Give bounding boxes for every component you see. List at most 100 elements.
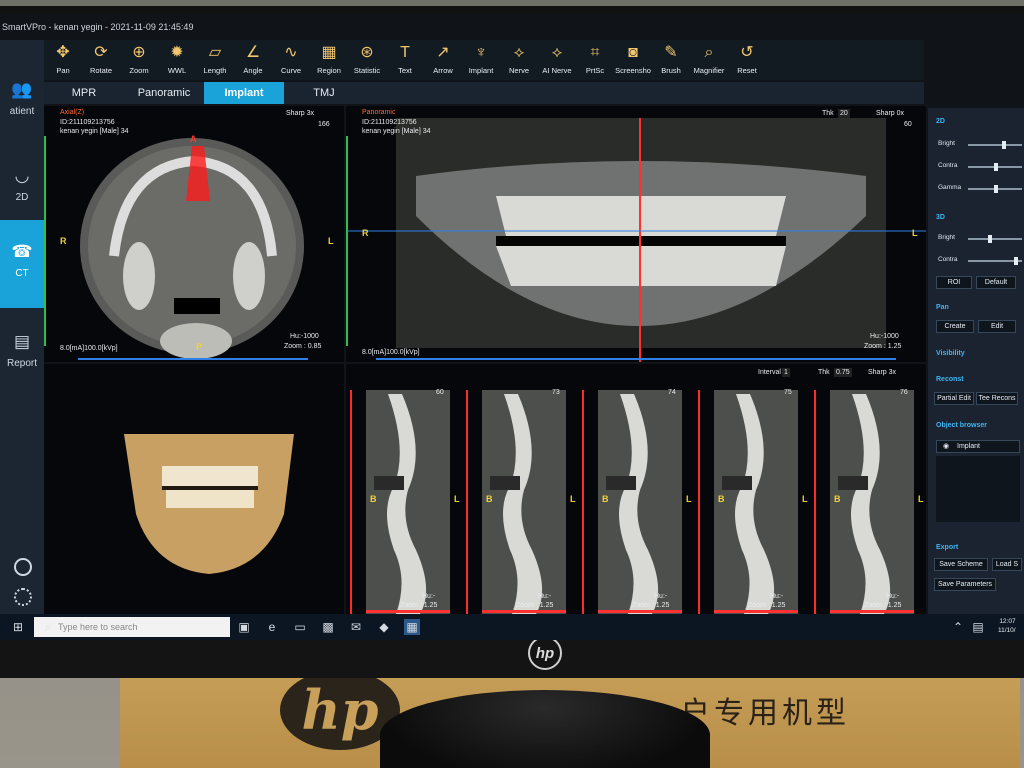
axial-slice-slider[interactable] xyxy=(44,136,46,346)
cross-label-l: L xyxy=(454,494,460,504)
section-pan: Pan xyxy=(936,304,949,311)
save-parameters-button[interactable]: Save Parameters xyxy=(934,578,996,591)
ai-nerve-icon: ⟡ xyxy=(551,44,563,61)
default-button[interactable]: Default xyxy=(976,276,1016,289)
panoramic-label-l: L xyxy=(912,228,918,238)
cross-slice[interactable]: 75 Hu:- Zoom : 1.25 B L xyxy=(698,389,808,614)
bright-3d-slider[interactable] xyxy=(968,235,1022,243)
window-title: SmartVPro - kenan yegin - 2021-11-09 21:… xyxy=(2,22,194,32)
save-scheme-button[interactable]: Save Scheme xyxy=(934,558,988,571)
edge-icon[interactable]: e xyxy=(264,619,280,635)
toolbar: ✥ Pan ⟳ Rotate ⊕ Zoom ✹ WWL ▱ Length ∠ Angle ∿ Curve ▦… xyxy=(44,40,924,80)
tool-label: Implant xyxy=(468,66,494,75)
volume-3d-view[interactable] xyxy=(44,364,344,614)
tool-curve[interactable]: ∿ Curve xyxy=(272,40,310,80)
panoramic-view[interactable]: Panoramic ID:211109213756 kenan yegin [M… xyxy=(346,106,926,362)
sidebar-item-label: CT xyxy=(15,268,29,279)
mail-icon[interactable]: ✉ xyxy=(348,619,364,635)
panoramic-info: ID:211109213756 kenan yegin [Male] 34 xyxy=(362,119,431,135)
pan-create-button[interactable]: Create xyxy=(936,320,974,333)
tool-label: Zoom xyxy=(129,66,149,75)
cross-slice[interactable]: 76 Hu:- Zoom : 1.25 B L xyxy=(814,389,924,614)
tool-reset[interactable]: ↺ Reset xyxy=(728,40,766,80)
cross-label-l: L xyxy=(802,494,808,504)
taskbar-clock[interactable]: 12:07 11/10/ xyxy=(998,617,1016,635)
tab-implant[interactable]: Implant xyxy=(204,82,284,104)
tab-panoramic[interactable]: Panoramic xyxy=(124,82,204,104)
tool-magnifier[interactable]: ⌕ Magnifier xyxy=(690,40,728,80)
sidebar-item-2d[interactable]: ◡ 2D xyxy=(0,166,44,203)
load-scheme-button[interactable]: Load S xyxy=(992,558,1022,571)
contra-3d-slider[interactable] xyxy=(968,257,1022,265)
cross-slice-image xyxy=(830,390,914,614)
tool-nerve[interactable]: ⟡ Nerve xyxy=(500,40,538,80)
tool-brush[interactable]: ✎ Brush xyxy=(652,40,690,80)
tool-prtsc[interactable]: ⌗ PrtSc xyxy=(576,40,614,80)
panoramic-slice-slider[interactable] xyxy=(346,136,348,346)
tab-mpr[interactable]: MPR xyxy=(44,82,124,104)
partial-edit-button[interactable]: Partial Edit xyxy=(934,392,974,405)
network-icon[interactable]: ▤ xyxy=(970,619,986,635)
tool-implant[interactable]: ♆ Implant xyxy=(462,40,500,80)
store-icon[interactable]: ▩ xyxy=(320,619,336,635)
tool-label: Region xyxy=(317,66,341,75)
tool-angle[interactable]: ∠ Angle xyxy=(234,40,272,80)
tab-tmj[interactable]: TMJ xyxy=(284,82,364,104)
cross-sharp: Sharp 3x xyxy=(868,369,897,376)
cross-section-view[interactable]: Interval 1 Thk 0.75 Sharp 3x 60 Hu:- Zoom … xyxy=(346,364,926,614)
windows-start-icon[interactable]: ⊞ xyxy=(10,619,26,635)
object-list xyxy=(936,456,1020,522)
tool-rotate[interactable]: ⟳ Rotate xyxy=(82,40,120,80)
cross-slice[interactable]: 73 Hu:- Zoom : 1.25 B L xyxy=(466,389,576,614)
bright-2d-slider[interactable] xyxy=(968,141,1022,149)
axial-label-r: R xyxy=(60,236,67,246)
sidebar-item-report[interactable]: ▤ Report xyxy=(0,332,44,369)
tool-label: Statistic xyxy=(353,66,381,75)
tee-recons-button[interactable]: Tee Recons xyxy=(976,392,1018,405)
tray-icons[interactable]: ⌃ xyxy=(950,619,966,635)
roi-button[interactable]: ROI xyxy=(936,276,972,289)
tool-text[interactable]: T Text xyxy=(386,40,424,80)
panoramic-thk-input[interactable]: 20 xyxy=(838,109,850,118)
eye-icon: ◉ xyxy=(943,443,950,450)
cross-slice-hu: Hu:- xyxy=(538,593,552,600)
pan-edit-button[interactable]: Edit xyxy=(978,320,1016,333)
cross-slice[interactable]: 60 Hu:- Zoom : 1.25 B L xyxy=(350,389,460,614)
contra-2d-slider[interactable] xyxy=(968,163,1022,171)
bright-2d-label: Bright xyxy=(938,140,955,147)
tool-screensho[interactable]: ◙ Screensho xyxy=(614,40,652,80)
cross-thk-input[interactable]: 0.75 xyxy=(834,368,852,377)
screensho-icon: ◙ xyxy=(628,44,638,61)
cross-slice-number: 73 xyxy=(552,389,560,396)
sidebar-item-patient[interactable]: 👥 atient xyxy=(0,80,44,117)
axial-zoom: Zoom : 0.85 xyxy=(284,343,322,350)
sidebar-item-ct[interactable]: ☎ CT xyxy=(0,220,44,308)
cross-slice-hu: Hu:- xyxy=(770,593,784,600)
cross-slice-image xyxy=(714,390,798,614)
tool-pan[interactable]: ✥ Pan xyxy=(44,40,82,80)
axial-view[interactable]: Axial(Z) ID:211109213756 kenan yegin [Ma… xyxy=(44,106,344,362)
file-explorer-icon[interactable]: ▭ xyxy=(292,619,308,635)
tool-length[interactable]: ▱ Length xyxy=(196,40,234,80)
smartvpro-task-icon[interactable]: ▦ xyxy=(404,619,420,635)
zoom-icon: ⊕ xyxy=(132,44,146,61)
tool-ai-nerve[interactable]: ⟡ AI Nerve xyxy=(538,40,576,80)
tool-wwl[interactable]: ✹ WWL xyxy=(158,40,196,80)
tool-region[interactable]: ▦ Region xyxy=(310,40,348,80)
tool-zoom[interactable]: ⊕ Zoom xyxy=(120,40,158,80)
tool-label: Brush xyxy=(661,66,681,75)
tool-statistic[interactable]: ⊛ Statistic xyxy=(348,40,386,80)
cross-slice[interactable]: 74 Hu:- Zoom : 1.25 B L xyxy=(582,389,692,614)
implant-object-row[interactable]: ◉ Implant xyxy=(936,440,1020,453)
axial-label-a: A xyxy=(190,134,197,144)
task-view-icon[interactable]: ▣ xyxy=(236,619,252,635)
settings-icon[interactable] xyxy=(14,588,32,606)
cross-interval-input[interactable]: 1 xyxy=(782,368,790,377)
axial-label-p: P xyxy=(196,342,203,352)
gamma-slider[interactable] xyxy=(968,185,1022,193)
taskbar-search-input[interactable]: Type here to search xyxy=(34,617,230,637)
user-icon[interactable] xyxy=(14,558,32,576)
sidebar-item-label: 2D xyxy=(15,192,29,203)
tool-arrow[interactable]: ↗ Arrow xyxy=(424,40,462,80)
app-icon[interactable]: ◆ xyxy=(376,619,392,635)
